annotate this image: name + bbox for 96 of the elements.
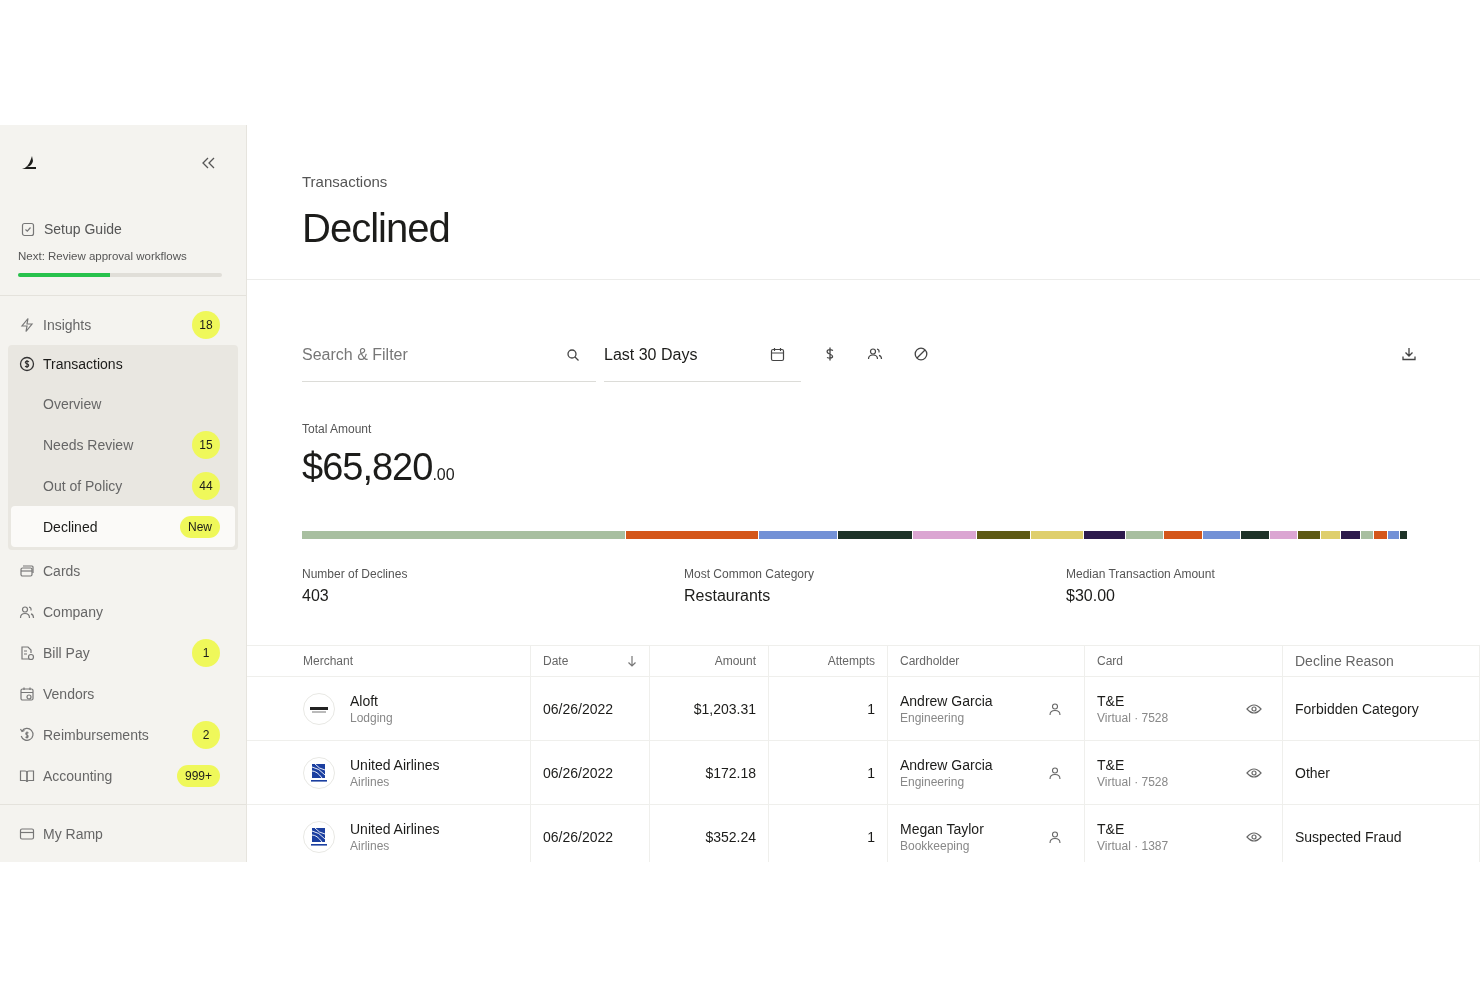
attempts-text: 1: [867, 700, 875, 717]
amount-text: $172.18: [705, 764, 756, 781]
column-header[interactable]: Amount: [650, 646, 769, 677]
merchant-name: United Airlines: [350, 820, 440, 837]
amount-text: $1,203.31: [693, 700, 756, 717]
cardholder-name: Andrew Garcia: [900, 692, 993, 709]
nav-subitem[interactable]: Needs Review 15: [8, 424, 238, 465]
card-name: T&E: [1097, 756, 1126, 773]
stat-label: Most Common Category: [684, 567, 816, 581]
stat-label: Number of Declines: [302, 567, 409, 581]
people-icon: [867, 346, 883, 362]
column-header[interactable]: Merchant: [247, 646, 531, 677]
count-badge: 18: [192, 310, 220, 339]
cardholder-name: Andrew Garcia: [900, 756, 993, 773]
nav-subitem[interactable]: Out of Policy 44: [8, 465, 238, 506]
stat-value: 403: [302, 587, 330, 605]
date-range-field[interactable]: Last 30 Days: [604, 345, 770, 370]
column-header[interactable]: Card: [1085, 646, 1283, 677]
book-icon: [19, 767, 35, 784]
column-header[interactable]: Decline Reason: [1283, 646, 1480, 677]
globe-logo-icon: [303, 756, 335, 789]
cardholder-department: Engineering: [900, 774, 966, 789]
count-badge: 44: [192, 471, 220, 500]
bill-icon: [19, 644, 35, 661]
cardholder-department: Engineering: [900, 710, 966, 725]
merchant-category: Lodging: [350, 710, 393, 725]
attempts-text: 1: [867, 764, 875, 781]
count-badge: 1: [192, 638, 220, 667]
nav-item[interactable]: Company: [8, 591, 238, 632]
eye-icon[interactable]: [1246, 830, 1262, 843]
card-detail: Virtual · 7528: [1097, 710, 1169, 725]
date-text: 06/26/2022: [543, 700, 614, 717]
total-amount: $65,820.00: [302, 446, 456, 489]
total-amount-label: Total Amount: [302, 422, 373, 436]
cards-icon: [19, 562, 35, 579]
nav-subitem[interactable]: Overview: [8, 383, 238, 424]
person-icon[interactable]: [1048, 829, 1062, 844]
count-badge: 2: [192, 720, 220, 749]
date-text: 06/26/2022: [543, 828, 614, 845]
cardholder-department: Bookkeeping: [900, 838, 971, 853]
nav-subitem[interactable]: Declined New: [11, 506, 235, 547]
cardholder-name: Megan Taylor: [900, 820, 984, 837]
person-icon[interactable]: [1048, 701, 1062, 716]
count-badge: 999+: [176, 764, 220, 787]
hotel-logo-icon: [303, 692, 335, 725]
card-detail: Virtual · 1387: [1097, 838, 1169, 853]
search-icon: [566, 347, 580, 362]
search-field[interactable]: Search & Filter: [302, 345, 566, 370]
calendar-icon: [770, 347, 785, 362]
bird-logo-icon: [20, 155, 38, 171]
dollar-circle-icon: [19, 356, 35, 372]
setup-guide-link[interactable]: Setup Guide: [44, 221, 122, 237]
blocked-icon: [913, 346, 929, 362]
decline-reason: Forbidden Category: [1295, 700, 1419, 717]
next-step-text: Next: Review approval workflows: [18, 250, 188, 262]
count-badge: New: [180, 515, 220, 538]
merchant-category: Airlines: [350, 774, 391, 789]
clipboard-check-icon: [20, 221, 36, 237]
count-badge: 15: [192, 430, 220, 459]
breadcrumb[interactable]: Transactions: [302, 173, 1425, 190]
card-name: T&E: [1097, 820, 1126, 837]
merchant-name: Aloft: [350, 692, 379, 709]
lightning-icon: [19, 316, 35, 333]
column-header[interactable]: Cardholder: [888, 646, 1085, 677]
nav-item[interactable]: Transactions: [8, 345, 238, 383]
nav-item[interactable]: Bill Pay 1: [8, 632, 238, 673]
nav-item[interactable]: Vendors: [8, 673, 238, 714]
decline-reason: Suspected Fraud: [1295, 828, 1402, 845]
eye-icon[interactable]: [1246, 702, 1262, 715]
card-name: T&E: [1097, 692, 1126, 709]
attempts-text: 1: [867, 828, 875, 845]
stat-value: $30.00: [1066, 587, 1116, 605]
nav-item[interactable]: Reimbursements 2: [8, 714, 238, 755]
nav-item[interactable]: Insights 18: [8, 304, 238, 345]
column-header[interactable]: Attempts: [769, 646, 888, 677]
nav-item[interactable]: Cards: [8, 550, 238, 591]
card-icon: [19, 825, 35, 842]
download-icon: [1401, 346, 1417, 362]
nav-item[interactable]: Accounting 999+: [8, 755, 238, 796]
people-icon: [19, 603, 35, 620]
globe-logo-icon: [303, 820, 335, 853]
calendar-icon: [19, 685, 35, 702]
column-header[interactable]: Date: [531, 646, 650, 677]
stat-value: Restaurants: [684, 587, 772, 605]
card-detail: Virtual · 7528: [1097, 774, 1169, 789]
eye-icon[interactable]: [1246, 766, 1262, 779]
person-icon[interactable]: [1048, 765, 1062, 780]
merchant-category: Airlines: [350, 838, 391, 853]
amount-text: $352.24: [705, 828, 756, 845]
date-text: 06/26/2022: [543, 764, 614, 781]
merchant-name: United Airlines: [350, 756, 440, 773]
refund-icon: [19, 726, 35, 743]
stat-label: Median Transaction Amount: [1066, 567, 1216, 581]
nav-item[interactable]: My Ramp: [8, 813, 238, 854]
decline-reason: Other: [1295, 764, 1330, 781]
page-title: Declined: [302, 206, 451, 251]
